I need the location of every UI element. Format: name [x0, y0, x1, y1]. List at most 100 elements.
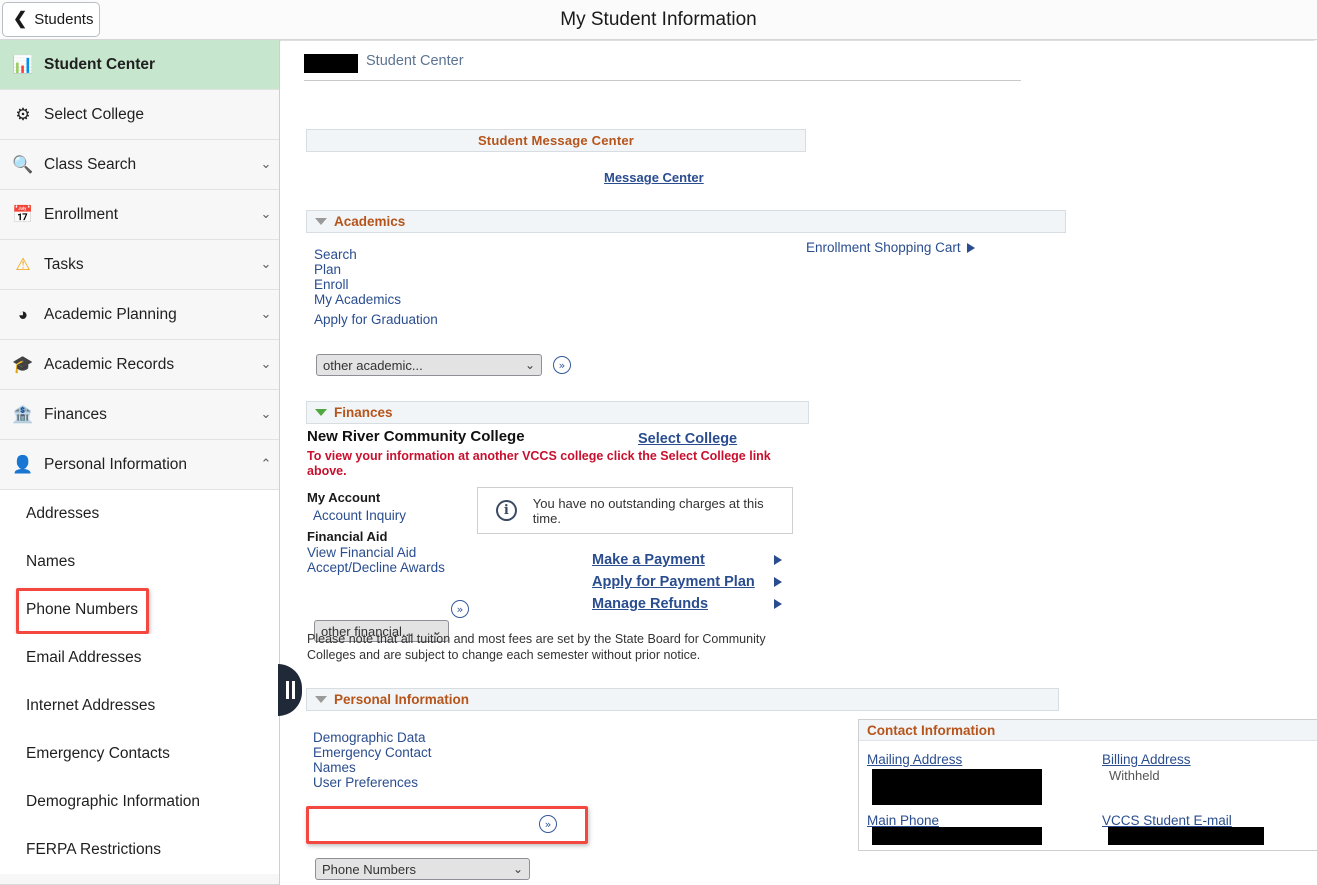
personal-information-section-header[interactable]: Personal Information: [306, 688, 1059, 711]
demographic-data-link[interactable]: Demographic Data: [313, 730, 426, 745]
breadcrumb: Student Center: [304, 53, 1021, 81]
chevron-down-icon: ⌄: [260, 157, 272, 172]
sidebar-subitem-label: Internet Addresses: [26, 697, 156, 714]
enrollment-shopping-cart-link[interactable]: Enrollment Shopping Cart: [806, 240, 961, 255]
sidebar-subitem-label: Demographic Information: [26, 793, 201, 810]
arrow-right-icon: [966, 242, 975, 253]
select-college-link[interactable]: Select College: [638, 431, 737, 447]
sidebar-item-label: Tasks: [44, 255, 84, 273]
sidebar-item-enrollment[interactable]: 📅 Enrollment ⌄: [0, 190, 279, 240]
calendar-icon: 📅: [12, 204, 34, 224]
academics-link-apply-for-graduation[interactable]: Apply for Graduation: [314, 312, 438, 327]
other-academic-dropdown[interactable]: other academic... ⌄: [316, 354, 542, 376]
sidebar-item-class-search[interactable]: 🔍 Class Search ⌄: [0, 140, 279, 190]
sidebar-item-label: Academic Records: [44, 355, 175, 373]
sidebar-subitem-email-addresses[interactable]: Email Addresses: [0, 634, 279, 682]
sidebar-item-academic-records[interactable]: 🎓 Academic Records ⌄: [0, 340, 279, 390]
academics-link-enroll[interactable]: Enroll: [314, 277, 349, 292]
sidebar-subitem-label: FERPA Restrictions: [26, 841, 161, 858]
names-link[interactable]: Names: [313, 760, 356, 775]
sidebar-item-label: Select College: [44, 105, 144, 123]
back-button-label: Students: [34, 11, 94, 28]
chevron-down-icon: ⌄: [512, 862, 523, 876]
manage-refunds-link[interactable]: Manage Refunds: [592, 596, 708, 612]
accept-decline-awards-link[interactable]: Accept/Decline Awards: [307, 560, 445, 575]
personal-information-go-button[interactable]: »: [539, 815, 557, 833]
sidebar-subitem-names[interactable]: Names: [0, 538, 279, 586]
sidebar-subitem-label: Emergency Contacts: [26, 745, 170, 762]
sidebar-subitem-ferpa-restrictions[interactable]: FERPA Restrictions: [0, 826, 279, 874]
financial-aid-label: Financial Aid: [307, 529, 388, 544]
sidebar-subitem-label: Phone Numbers: [26, 601, 139, 618]
chevron-left-icon: ❮: [13, 9, 28, 28]
sidebar-item-select-college[interactable]: ⚙ Select College: [0, 90, 279, 140]
arrow-right-icon: [774, 555, 782, 565]
breadcrumb-page: Student Center: [366, 53, 464, 69]
other-academic-dropdown-value: other academic...: [323, 357, 423, 373]
chevron-down-icon: ⌄: [260, 307, 272, 322]
sidebar-item-label: Class Search: [44, 155, 137, 173]
make-a-payment-row[interactable]: Make a Payment: [592, 552, 782, 568]
mailing-address-value-redacted: [872, 769, 1042, 805]
contact-information-title: Contact Information: [859, 720, 1317, 741]
sidebar-item-label: Finances: [44, 405, 107, 423]
mailing-address-label[interactable]: Mailing Address: [867, 752, 962, 767]
back-to-students-button[interactable]: ❮ Students: [2, 2, 100, 37]
my-account-label: My Account: [307, 490, 381, 505]
sidebar-subitem-internet-addresses[interactable]: Internet Addresses: [0, 682, 279, 730]
main-phone-label[interactable]: Main Phone: [867, 813, 939, 828]
sidebar-subitem-emergency-contacts[interactable]: Emergency Contacts: [0, 730, 279, 778]
sidebar-item-label: Personal Information: [44, 455, 188, 473]
sidebar-subitem-label: Names: [26, 553, 76, 570]
chevron-down-icon: ⌄: [260, 407, 272, 422]
enrollment-shopping-cart-link-row[interactable]: Enrollment Shopping Cart: [806, 240, 975, 255]
manage-refunds-row[interactable]: Manage Refunds: [592, 596, 782, 612]
info-icon: i: [496, 500, 517, 521]
gears-icon: ⚙: [15, 104, 31, 124]
academics-section-header[interactable]: Academics: [306, 210, 1066, 233]
make-a-payment-link[interactable]: Make a Payment: [592, 552, 705, 568]
chevron-up-icon: ⌃: [260, 457, 272, 472]
finances-section-header[interactable]: Finances: [306, 401, 809, 424]
sidebar-subitem-addresses[interactable]: Addresses: [0, 490, 279, 538]
sidebar-subitem-label: Email Addresses: [26, 649, 142, 666]
apply-for-payment-plan-row[interactable]: Apply for Payment Plan: [592, 574, 782, 590]
finances-go-button[interactable]: »: [451, 600, 469, 618]
tuition-note: Please note that all tuition and most fe…: [307, 632, 766, 662]
redacted-student-name: [304, 54, 358, 73]
triangle-down-icon: [315, 409, 327, 416]
personal-information-dropdown[interactable]: Phone Numbers ⌄: [315, 858, 530, 880]
sidebar-item-student-center[interactable]: 📊 Student Center: [0, 40, 279, 90]
app-root: ❮ Students My Student Information 📊 Stud…: [0, 0, 1317, 885]
sidebar-item-academic-planning[interactable]: ◕ Academic Planning ⌄: [0, 290, 279, 340]
arrow-right-icon: [774, 577, 782, 587]
finances-warning-text: To view your information at another VCCS…: [307, 449, 771, 478]
sidebar[interactable]: 📊 Student Center ⚙ Select College 🔍 Clas…: [0, 40, 280, 885]
academics-go-button[interactable]: »: [553, 356, 571, 374]
personal-information-dropdown-value: Phone Numbers: [322, 861, 416, 877]
sidebar-item-personal-information[interactable]: 👤 Personal Information ⌃: [0, 440, 279, 490]
sidebar-item-finances[interactable]: 🏦 Finances ⌄: [0, 390, 279, 440]
pie-chart-icon: ◕: [17, 304, 29, 324]
sidebar-subitem-phone-numbers[interactable]: Phone Numbers: [0, 586, 279, 634]
sidebar-item-tasks[interactable]: ⚠ Tasks ⌄: [0, 240, 279, 290]
academics-link-my-academics[interactable]: My Academics: [314, 292, 401, 307]
message-center-link[interactable]: Message Center: [604, 170, 704, 185]
emergency-contact-link[interactable]: Emergency Contact: [313, 745, 432, 760]
student-message-center-header: Student Message Center: [306, 129, 806, 152]
account-inquiry-link[interactable]: Account Inquiry: [313, 508, 406, 523]
vccs-student-email-label[interactable]: VCCS Student E-mail: [1102, 813, 1232, 828]
sidebar-subitem-demographic-information[interactable]: Demographic Information: [0, 778, 279, 826]
triangle-down-icon: [315, 696, 327, 703]
academics-link-search[interactable]: Search: [314, 247, 357, 262]
academics-link-plan[interactable]: Plan: [314, 262, 341, 277]
academics-title: Academics: [334, 214, 406, 229]
sidebar-item-label: Academic Planning: [44, 305, 177, 323]
billing-address-label[interactable]: Billing Address: [1102, 752, 1191, 767]
view-financial-aid-link[interactable]: View Financial Aid: [307, 545, 416, 560]
no-charges-info-box: i You have no outstanding charges at thi…: [477, 487, 793, 534]
search-icon: 🔍: [12, 154, 34, 174]
apply-for-payment-plan-link[interactable]: Apply for Payment Plan: [592, 574, 755, 590]
user-preferences-link[interactable]: User Preferences: [313, 775, 418, 790]
billing-address-value: Withheld: [1109, 768, 1160, 783]
